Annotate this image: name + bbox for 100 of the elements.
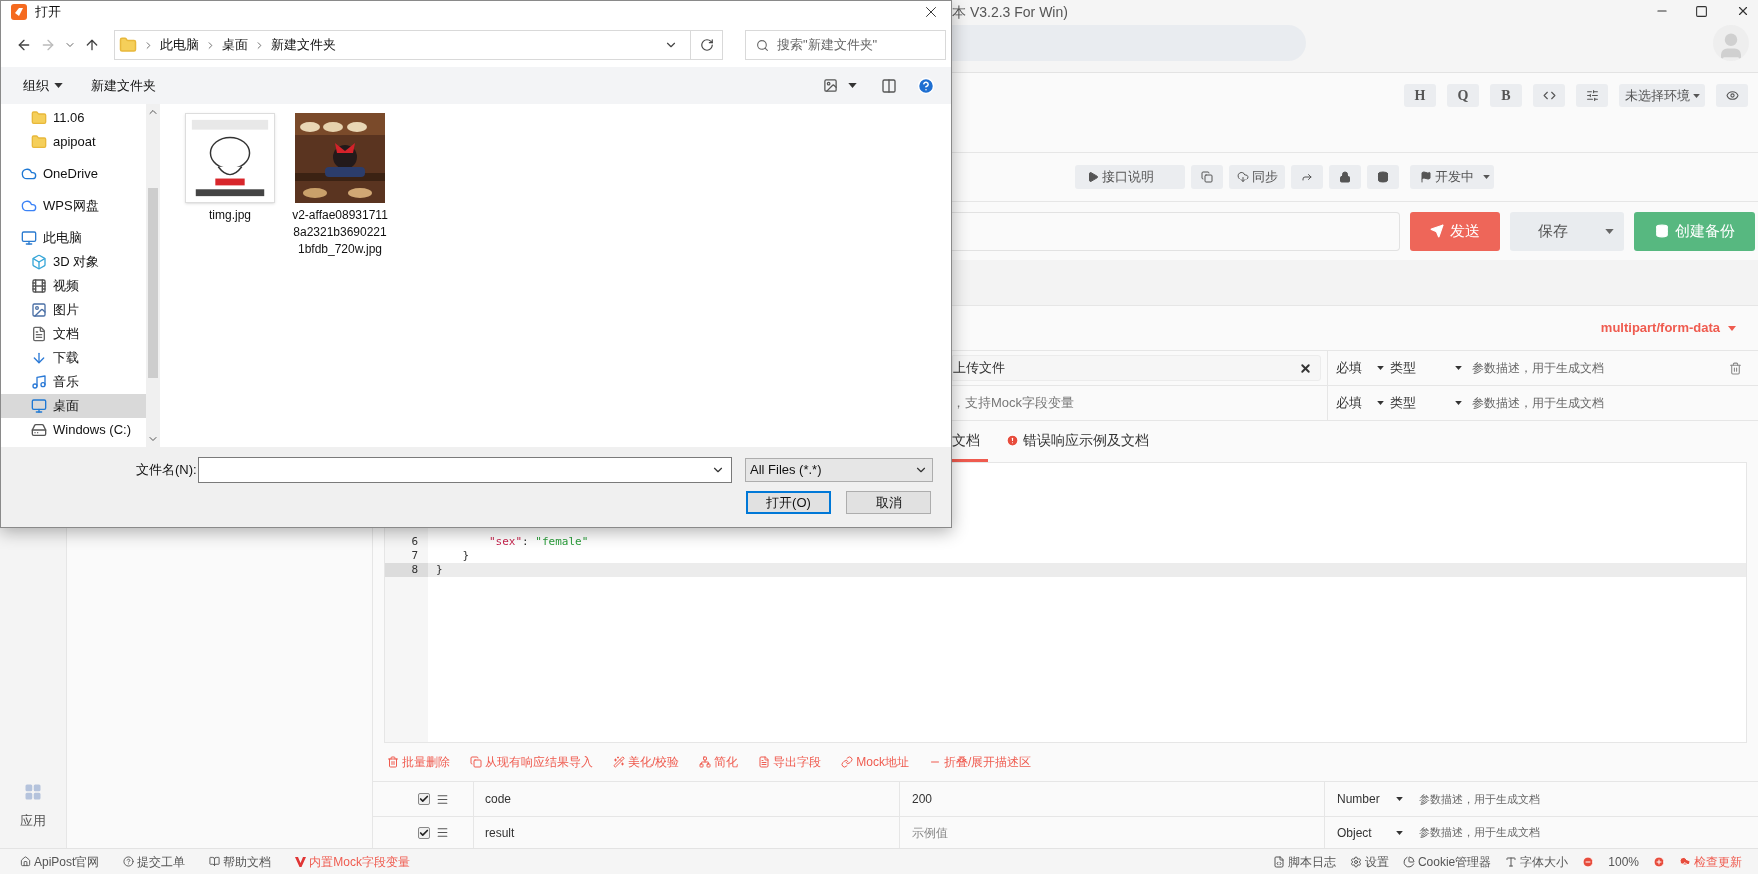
close-icon[interactable]: [1736, 4, 1750, 18]
cloud-upload-icon: [1679, 855, 1691, 868]
drag-handle-icon[interactable]: [436, 826, 449, 839]
nav-item[interactable]: 音乐: [1, 370, 146, 394]
dialog-button[interactable]: 打开(O): [746, 491, 831, 514]
preview-pane-icon[interactable]: [881, 77, 897, 94]
nav-item[interactable]: OneDrive: [1, 162, 146, 186]
nav-item[interactable]: Windows (C:): [1, 418, 146, 442]
wand-icon: [613, 756, 625, 768]
response-tab[interactable]: 错误响应示例及文档: [1006, 421, 1149, 462]
caret-icon[interactable]: [848, 83, 857, 88]
type-select[interactable]: Object: [1337, 823, 1407, 842]
nav-item[interactable]: 下载: [1, 346, 146, 370]
app-icon: [11, 4, 27, 20]
description-field[interactable]: 参数描述，用于生成文档: [1472, 359, 1692, 377]
checkbox[interactable]: [418, 793, 430, 805]
value-field[interactable]: 200: [912, 790, 933, 808]
monitor-icon: [21, 230, 37, 246]
file-name[interactable]: v2-affae089317118a2321b36902211bfdb_720w.jpg: [292, 207, 388, 258]
caret-icon: [1455, 366, 1462, 370]
url-field[interactable]: [952, 211, 1400, 251]
status-link[interactable]: ApiPost官网: [20, 852, 100, 871]
status-link[interactable]: 脚本日志: [1272, 852, 1336, 871]
nav-item[interactable]: 文档: [1, 322, 146, 346]
param-value-field[interactable]: 上传文件: [952, 355, 1321, 381]
help-icon: [123, 856, 135, 867]
sliders-icon: [1585, 89, 1599, 102]
toolbar-button[interactable]: 未选择环境: [1619, 84, 1705, 107]
film-icon: [31, 278, 47, 294]
nav-item[interactable]: 视频: [1, 274, 146, 298]
toolbar-button[interactable]: [1576, 84, 1608, 107]
breadcrumb[interactable]: 此电脑: [160, 35, 199, 55]
clear-icon[interactable]: [1299, 361, 1312, 375]
line-number: 6: [410, 535, 419, 549]
value-field[interactable]: 示例值: [912, 823, 948, 842]
file-icon: [758, 756, 771, 768]
status-link[interactable]: 字体大小: [1505, 852, 1569, 871]
caret-icon: [1396, 830, 1403, 835]
refresh-icon[interactable]: [699, 38, 714, 52]
description-field[interactable]: 参数描述，用于生成文档: [1419, 824, 1540, 841]
required-select[interactable]: 必填: [1336, 358, 1390, 378]
toolbar-button[interactable]: B: [1490, 84, 1522, 107]
action-button[interactable]: 同步: [1229, 165, 1285, 189]
description-field[interactable]: 参数描述，用于生成文档: [1419, 790, 1540, 808]
help-icon[interactable]: [917, 76, 935, 95]
type-select[interactable]: Number: [1337, 790, 1407, 808]
nav-item[interactable]: 3D 对象: [1, 250, 146, 274]
breadcrumb[interactable]: 新建文件夹: [271, 35, 336, 55]
dialog-button[interactable]: 取消: [846, 491, 931, 514]
search-field[interactable]: 搜索"新建文件夹": [745, 30, 946, 60]
toolbar-button[interactable]: H: [1404, 84, 1436, 107]
back-icon[interactable]: [16, 37, 32, 53]
description-field[interactable]: 参数描述，用于生成文档: [1472, 394, 1692, 412]
breadcrumb[interactable]: 桌面: [222, 35, 248, 55]
status-link[interactable]: Cookie管理器: [1402, 852, 1492, 871]
zoom-button[interactable]: [1582, 855, 1595, 868]
file-type-select[interactable]: All Files (*.*): [745, 458, 933, 482]
nav-item[interactable]: 11.06: [1, 106, 146, 130]
zoom-button[interactable]: [1653, 855, 1665, 868]
zoom-level: 100%: [1608, 853, 1639, 871]
checkbox[interactable]: [418, 826, 430, 839]
caret-icon: [1692, 93, 1700, 98]
maximize-icon[interactable]: [1695, 4, 1708, 18]
file-name-field[interactable]: [198, 457, 732, 483]
nav-item[interactable]: 此电脑: [1, 226, 146, 250]
copy-icon: [470, 756, 482, 768]
sidebar-item[interactable]: 应用: [20, 782, 46, 830]
address-bar[interactable]: 此电脑 桌面 新建文件夹: [114, 30, 723, 60]
action-button[interactable]: [1367, 165, 1399, 189]
action-button[interactable]: 接口说明: [1075, 165, 1185, 189]
required-select[interactable]: 必填: [1336, 393, 1390, 413]
status-link[interactable]: 设置: [1349, 852, 1389, 871]
file-name[interactable]: timg.jpg: [182, 207, 278, 224]
toolbar-button[interactable]: [1716, 84, 1748, 107]
toolbar-button[interactable]: [1533, 84, 1565, 107]
request-button[interactable]: 保存: [1510, 211, 1624, 251]
drag-handle-icon[interactable]: [436, 792, 449, 806]
toolbar-button[interactable]: 组织: [23, 75, 63, 96]
nav-item[interactable]: WPS网盘: [1, 194, 146, 218]
status-link[interactable]: 帮助文档: [209, 852, 272, 871]
download-icon: [31, 350, 47, 366]
type-select[interactable]: 类型: [1390, 358, 1468, 378]
v-icon: [295, 856, 307, 867]
param-value-field[interactable]: ，支持Mock字段变量: [952, 390, 1321, 416]
copy-icon: [1201, 171, 1213, 183]
nav-item[interactable]: 图片: [1, 298, 146, 322]
view-icon[interactable]: [823, 78, 838, 93]
status-link[interactable]: 提交工单: [123, 852, 186, 871]
nav-item[interactable]: apipoat: [1, 130, 146, 154]
action-button[interactable]: 开发中: [1410, 165, 1494, 189]
dialog-title: 打开: [35, 3, 61, 22]
nav-item[interactable]: 桌面: [1, 394, 146, 418]
toolbar-button[interactable]: 新建文件夹: [91, 75, 156, 96]
trash-icon[interactable]: [1729, 361, 1742, 375]
action-button[interactable]: [1329, 165, 1361, 189]
toolbar-button[interactable]: Q: [1447, 84, 1479, 107]
book-icon: [209, 856, 221, 867]
up-icon[interactable]: [84, 37, 100, 53]
type-select[interactable]: 类型: [1390, 393, 1468, 413]
folder-icon: [31, 134, 47, 150]
